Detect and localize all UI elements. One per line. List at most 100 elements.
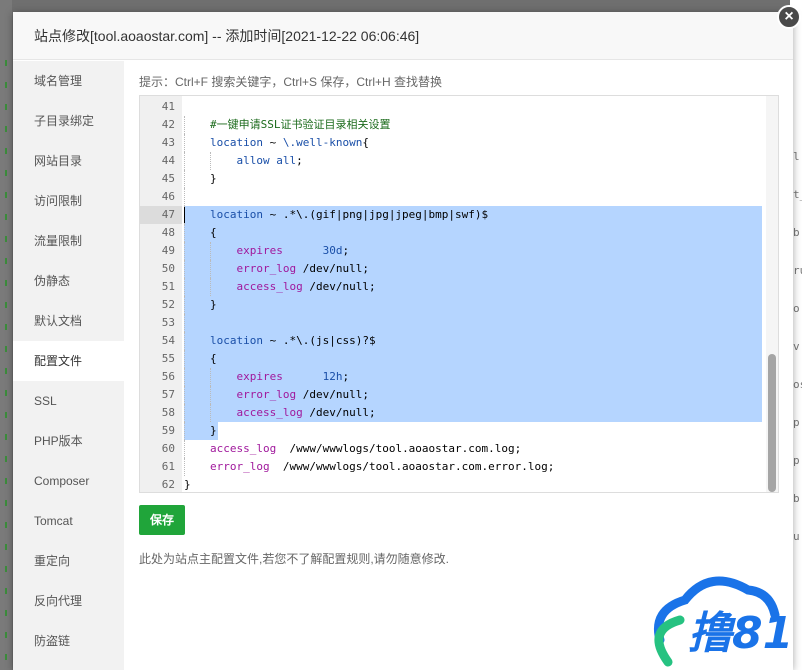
line-number: 57 [161, 388, 175, 401]
background-text-fragment: os [793, 378, 802, 391]
editor-line[interactable]: 58 access_log /dev/null; [140, 404, 778, 422]
line-number: 48 [161, 226, 175, 239]
code-text: access_log /dev/null; [236, 280, 376, 293]
editor-line[interactable]: 45} [140, 170, 778, 188]
code-text: } [184, 478, 191, 491]
background-marker [5, 500, 7, 506]
code-text: #一键申请SSL证书验证目录相关设置 [210, 118, 391, 131]
background-marker [5, 456, 7, 462]
editor-line[interactable]: 54 location ~ .*\.(js|css)?$ [140, 332, 778, 350]
sidebar-item[interactable]: 重定向 [13, 541, 124, 581]
editor-scrollbar[interactable] [766, 96, 778, 492]
sidebar-item[interactable]: 防盗链 [13, 621, 124, 661]
editor-line[interactable]: 56 expires 12h; [140, 368, 778, 386]
sidebar-item[interactable]: 伪静态 [13, 261, 124, 301]
line-number: 49 [161, 244, 175, 257]
selection-highlight [184, 224, 762, 242]
editor-line[interactable]: 48 { [140, 224, 778, 242]
background-text-fragment: l [793, 150, 800, 163]
scrollbar-thumb[interactable] [768, 354, 776, 492]
line-number: 44 [161, 154, 175, 167]
line-number: 53 [161, 316, 175, 329]
sidebar-item[interactable]: Composer [13, 461, 124, 501]
indent-guide [184, 152, 185, 170]
sidebar-item[interactable]: Tomcat [13, 501, 124, 541]
indent-guide [184, 314, 185, 332]
background-marker [5, 368, 7, 374]
editor-line[interactable]: 53 [140, 314, 778, 332]
background-marker [5, 126, 7, 132]
sidebar-item[interactable]: 域名管理 [13, 61, 124, 101]
line-number: 41 [161, 100, 175, 113]
save-button[interactable]: 保存 [139, 505, 185, 535]
editor-line[interactable]: 42 #一键申请SSL证书验证目录相关设置 [140, 116, 778, 134]
sidebar-item[interactable]: 默认文档 [13, 301, 124, 341]
selection-highlight [184, 314, 762, 332]
editor-line[interactable]: 43 location ~ \.well-known{ [140, 134, 778, 152]
background-marker [5, 654, 7, 660]
line-number: 60 [161, 442, 175, 455]
background-marker [5, 390, 7, 396]
sidebar-item[interactable]: 网站目录 [13, 141, 124, 181]
watermark-logo: 撸81 [654, 576, 793, 667]
background-marker [5, 236, 7, 242]
code-editor[interactable]: 41 42 #一键申请SSL证书验证目录相关设置 43 location ~ \.wel… [139, 95, 779, 493]
code-text: location ~ .*\.(gif|png|jpg|jpeg|bmp|swf… [210, 208, 489, 221]
sidebar-item[interactable]: 子目录绑定 [13, 101, 124, 141]
editor-line[interactable]: 52} [140, 296, 778, 314]
editor-line[interactable]: 46 [140, 188, 778, 206]
text-cursor [184, 207, 185, 223]
code-text: location ~ \.well-known{ [210, 136, 369, 149]
close-icon[interactable]: × [777, 5, 801, 29]
indent-guide [184, 332, 185, 350]
code-text: error_log /dev/null; [236, 262, 369, 275]
editor-line[interactable]: 47 location ~ .*\.(gif|png|jpg|jpeg|bmp|s… [140, 206, 778, 224]
sidebar-item[interactable]: PHP版本 [13, 421, 124, 461]
indent-guide [184, 188, 185, 206]
sidebar-item[interactable]: 流量限制 [13, 221, 124, 261]
code-text: { [210, 226, 217, 239]
editor-line[interactable]: 62} [140, 476, 778, 492]
editor-line[interactable]: 51 access_log /dev/null; [140, 278, 778, 296]
editor-line[interactable]: 61 error_log /www/wwwlogs/tool.aoaostar.c… [140, 458, 778, 476]
background-text-fragment: u [793, 530, 800, 543]
editor-line[interactable]: 41 [140, 98, 778, 116]
line-number: 56 [161, 370, 175, 383]
background-marker [5, 632, 7, 638]
editor-line[interactable]: 50 error_log /dev/null; [140, 260, 778, 278]
editor-line[interactable]: 57 error_log /dev/null; [140, 386, 778, 404]
sidebar-item[interactable]: 访问限制 [13, 181, 124, 221]
indent-guide [184, 170, 185, 188]
line-number: 50 [161, 262, 175, 275]
background-margin [0, 0, 12, 670]
editor-line[interactable]: 59} [140, 422, 778, 440]
background-marker [5, 610, 7, 616]
line-number: 61 [161, 460, 175, 473]
background-text-fragment: p [793, 454, 800, 467]
sidebar-item[interactable]: 反向代理 [13, 581, 124, 621]
code-text: allow all; [236, 154, 303, 167]
indent-guide [184, 458, 185, 476]
background-marker [5, 346, 7, 352]
indent-guide [184, 278, 185, 296]
code-text: location ~ .*\.(js|css)?$ [210, 334, 376, 347]
editor-line[interactable]: 60 access_log /www/wwwlogs/tool.aoaostar.… [140, 440, 778, 458]
sidebar-item[interactable]: 配置文件 [13, 341, 124, 381]
indent-guide [184, 440, 185, 458]
background-text-fragment: o [793, 302, 800, 315]
editor-line[interactable]: 49 expires 30d; [140, 242, 778, 260]
background-marker [5, 192, 7, 198]
sidebar-item[interactable]: SSL [13, 381, 124, 421]
settings-sidebar: 域名管理 子目录绑定 网站目录 访问限制 流量限制 伪静态 默认文档 配置文件 SSL PHP版本… [13, 61, 124, 670]
editor-line[interactable]: 44 allow all; [140, 152, 778, 170]
indent-guide [184, 404, 185, 422]
editor-hint: 提示：Ctrl+F 搜索关键字，Ctrl+S 保存，Ctrl+H 查找替换 [139, 75, 443, 89]
background-text-fragment: p [793, 416, 800, 429]
indent-guide [184, 350, 185, 368]
background-marker [5, 258, 7, 264]
code-text: access_log /www/wwwlogs/tool.aoaostar.co… [210, 442, 522, 455]
background-marker [5, 478, 7, 484]
config-warning-note: 此处为站点主配置文件,若您不了解配置规则,请勿随意修改. [139, 552, 450, 566]
code-text: expires 30d; [236, 244, 350, 257]
editor-line[interactable]: 55 { [140, 350, 778, 368]
